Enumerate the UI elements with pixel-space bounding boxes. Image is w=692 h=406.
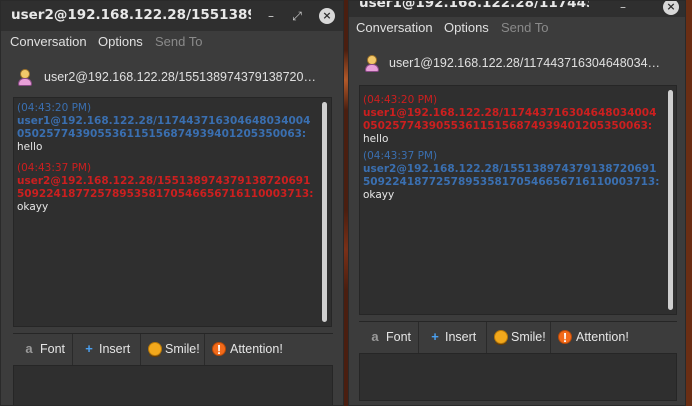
menu-send-to[interactable]: Send To xyxy=(501,20,548,35)
peer-name: user1@192.168.122.28/117443716304648034… xyxy=(389,56,661,70)
attention-button[interactable]: ! Attention! xyxy=(205,334,301,366)
attention-label: Attention! xyxy=(576,330,629,344)
smile-label: Smile! xyxy=(165,342,200,356)
message-item: (04:43:37 PM) user2@192.168.122.28/15513… xyxy=(17,162,315,214)
message-item: (04:43:37 PM) user2@192.168.122.28/15513… xyxy=(363,150,661,202)
menubar: Conversation Options Send To xyxy=(349,17,685,39)
peer-name: user2@192.168.122.28/155138974379138720… xyxy=(44,70,316,84)
insert-label: Insert xyxy=(445,330,477,344)
smile-button[interactable]: ‿ Smile! xyxy=(487,322,551,354)
font-icon: a xyxy=(25,341,33,356)
message-sender: user2@192.168.122.28/1551389743791387206… xyxy=(17,175,314,200)
smile-button[interactable]: ‿ Smile! xyxy=(141,334,205,366)
message-text: hello xyxy=(17,141,43,153)
attention-icon: ! xyxy=(558,330,572,345)
smile-label: Smile! xyxy=(511,330,546,344)
message-item: (04:43:20 PM) user1@192.168.122.28/11744… xyxy=(17,102,315,154)
font-button[interactable]: a Font xyxy=(13,334,73,366)
history-scrollbar[interactable] xyxy=(322,102,327,322)
message-timestamp: (04:43:37 PM) xyxy=(363,150,438,162)
font-label: Font xyxy=(386,330,412,344)
maximize-icon[interactable]: ⤢ xyxy=(289,8,305,24)
message-sender: user2@192.168.122.28/1551389743791387206… xyxy=(363,163,660,188)
chat-window-user2: user2@192.168.122.28/1551389… – ⤢ × Conv… xyxy=(0,0,344,406)
message-input[interactable] xyxy=(359,353,677,401)
menu-options[interactable]: Options xyxy=(98,34,143,49)
message-text: okayy xyxy=(17,201,49,213)
attention-label: Attention! xyxy=(230,342,283,356)
menu-options[interactable]: Options xyxy=(444,20,489,35)
menu-conversation[interactable]: Conversation xyxy=(10,34,87,49)
window-title: user2@192.168.122.28/1551389… xyxy=(11,7,251,23)
message-sender: user1@192.168.122.28/1174437163046480340… xyxy=(17,115,311,140)
smiley-icon: ‿ xyxy=(148,342,162,357)
close-icon[interactable]: × xyxy=(319,8,335,24)
insert-button[interactable]: + Insert xyxy=(73,334,141,366)
minimize-icon[interactable]: – xyxy=(263,8,279,24)
message-timestamp: (04:43:20 PM) xyxy=(363,94,438,106)
font-icon: a xyxy=(371,329,379,344)
conversation-history[interactable]: (04:43:20 PM) user1@192.168.122.28/11744… xyxy=(13,97,332,327)
insert-label: Insert xyxy=(99,342,131,356)
message-input[interactable] xyxy=(13,365,333,405)
history-scrollbar[interactable] xyxy=(668,90,673,310)
message-text: okayy xyxy=(363,189,395,201)
peer-info: user2@192.168.122.28/155138974379138720… xyxy=(1,65,343,91)
message-sender: user1@192.168.122.28/1174437163046480340… xyxy=(363,107,657,132)
buddy-avatar-icon xyxy=(17,69,33,87)
window-title: user1@192.168.122.28/1174437… xyxy=(359,0,589,11)
format-toolbar: a Font + Insert ‿ Smile! ! Attention! xyxy=(359,321,677,354)
buddy-avatar-icon xyxy=(364,55,380,73)
desktop-edge xyxy=(686,0,692,406)
smiley-icon: ‿ xyxy=(494,330,508,345)
minimize-icon[interactable]: – xyxy=(615,1,631,15)
menu-send-to[interactable]: Send To xyxy=(155,34,202,49)
insert-button[interactable]: + Insert xyxy=(419,322,487,354)
plus-icon: + xyxy=(85,341,93,356)
menubar: Conversation Options Send To xyxy=(1,31,343,53)
format-toolbar: a Font + Insert ‿ Smile! ! Attention! xyxy=(13,333,333,366)
message-timestamp: (04:43:20 PM) xyxy=(17,102,92,114)
font-label: Font xyxy=(40,342,66,356)
message-item: (04:43:20 PM) user1@192.168.122.28/11744… xyxy=(363,94,661,146)
message-timestamp: (04:43:37 PM) xyxy=(17,162,92,174)
titlebar[interactable]: user2@192.168.122.28/1551389… – ⤢ × xyxy=(1,1,343,31)
chat-window-user1: user1@192.168.122.28/1174437… – × Conver… xyxy=(348,0,686,406)
close-icon[interactable]: × xyxy=(663,1,679,15)
plus-icon: + xyxy=(431,329,439,344)
conversation-history[interactable]: (04:43:20 PM) user1@192.168.122.28/11744… xyxy=(359,85,677,315)
attention-button[interactable]: ! Attention! xyxy=(551,322,647,354)
font-button[interactable]: a Font xyxy=(359,322,419,354)
menu-conversation[interactable]: Conversation xyxy=(356,20,433,35)
attention-icon: ! xyxy=(212,342,226,357)
peer-info: user1@192.168.122.28/117443716304648034… xyxy=(349,51,685,77)
message-text: hello xyxy=(363,133,389,145)
